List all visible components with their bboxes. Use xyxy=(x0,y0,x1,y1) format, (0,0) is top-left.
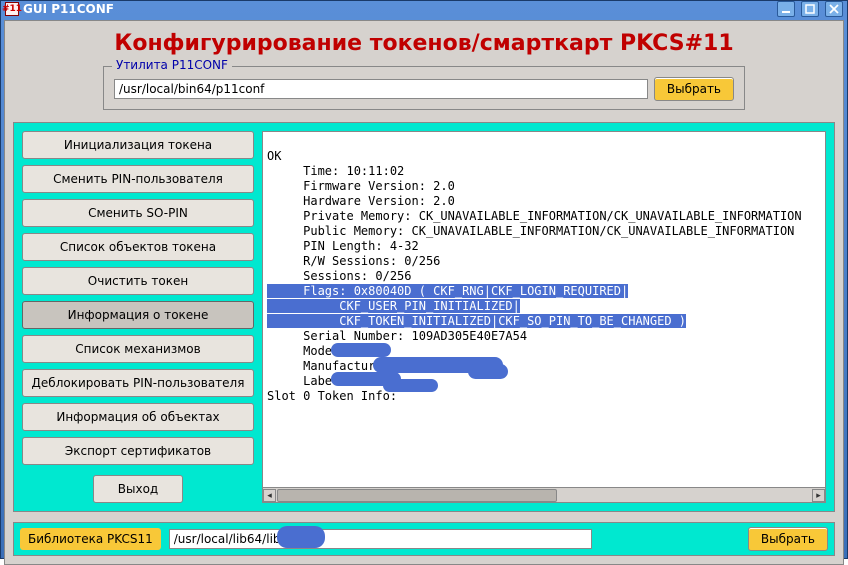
scroll-left-arrow-icon[interactable]: ◂ xyxy=(263,489,276,502)
sidebar-button[interactable]: Очистить токен xyxy=(22,267,254,295)
horizontal-scrollbar[interactable]: ◂ ▸ xyxy=(263,487,825,502)
sidebar-button[interactable]: Список механизмов xyxy=(22,335,254,363)
redaction-mark xyxy=(331,343,391,357)
sidebar-button[interactable]: Информация о токене xyxy=(22,301,254,329)
titlebar[interactable]: #11 GUI P11CONF xyxy=(1,1,847,17)
client-area: Конфигурирование токенов/смарткарт PKCS#… xyxy=(4,20,844,565)
close-button[interactable] xyxy=(825,1,843,17)
sidebar-button[interactable]: Экспорт сертификатов xyxy=(22,437,254,465)
utility-legend: Утилита P11CONF xyxy=(112,58,232,72)
scroll-thumb[interactable] xyxy=(277,489,557,502)
minimize-button[interactable] xyxy=(777,1,795,17)
sidebar-button[interactable]: Информация об объектах xyxy=(22,403,254,431)
sidebar-button[interactable]: Инициализация токена xyxy=(22,131,254,159)
app-window: #11 GUI P11CONF Конфигурирование токенов… xyxy=(0,0,848,559)
output-pane: OK Time: 10:11:02 Firmware Version: 2.0 … xyxy=(262,131,826,503)
utility-select-button[interactable]: Выбрать xyxy=(654,77,734,101)
redaction-mark xyxy=(383,379,438,392)
app-icon: #11 xyxy=(5,2,19,16)
library-path-input[interactable] xyxy=(169,529,592,549)
sidebar: Инициализация токена Сменить PIN-пользова… xyxy=(22,131,254,503)
utility-path-input[interactable] xyxy=(114,79,648,99)
output-text[interactable]: OK Time: 10:11:02 Firmware Version: 2.0 … xyxy=(263,132,825,487)
maximize-button[interactable] xyxy=(801,1,819,17)
utility-group: Утилита P11CONF Выбрать xyxy=(103,66,745,110)
library-input-wrap xyxy=(169,529,592,549)
page-title: Конфигурирование токенов/смарткарт PKCS#… xyxy=(13,31,835,56)
scroll-right-arrow-icon[interactable]: ▸ xyxy=(812,489,825,502)
selected-text: Flags: 0x80040D ( CKF_RNG|CKF_LOGIN_REQU… xyxy=(267,284,686,328)
exit-button[interactable]: Выход xyxy=(93,475,183,503)
main-panel: Инициализация токена Сменить PIN-пользова… xyxy=(13,122,835,512)
sidebar-button[interactable]: Деблокировать PIN-пользователя xyxy=(22,369,254,397)
window-title: GUI P11CONF xyxy=(23,2,771,16)
sidebar-button[interactable]: Сменить SO-PIN xyxy=(22,199,254,227)
sidebar-button[interactable]: Сменить PIN-пользователя xyxy=(22,165,254,193)
redaction-mark xyxy=(468,364,508,379)
library-panel: Библиотека PKCS11 Выбрать xyxy=(13,522,835,556)
library-label: Библиотека PKCS11 xyxy=(20,528,161,550)
redaction-mark xyxy=(277,526,325,548)
library-select-button[interactable]: Выбрать xyxy=(748,527,828,551)
sidebar-button[interactable]: Список объектов токена xyxy=(22,233,254,261)
